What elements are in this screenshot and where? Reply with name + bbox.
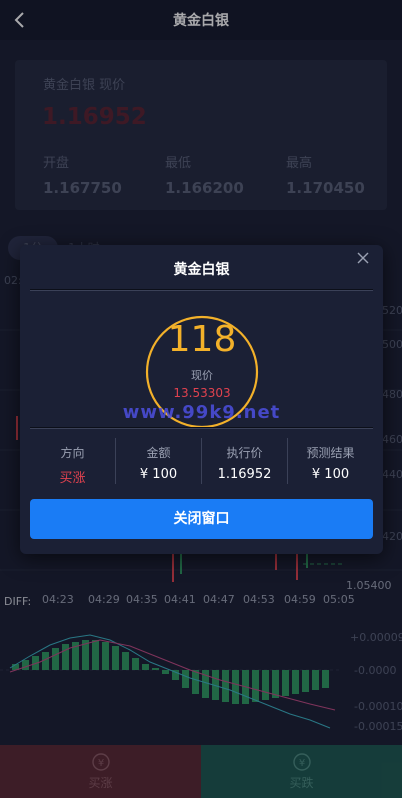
info-predicted-result: 预测结果 ¥ 100 — [288, 438, 373, 484]
countdown-timer: 118 — [167, 319, 237, 360]
order-info-row: 方向 买涨 金额 ¥ 100 执行价 1.16952 预测结果 ¥ 100 — [30, 438, 373, 486]
info-label: 执行价 — [226, 446, 263, 460]
info-label: 预测结果 — [306, 446, 355, 460]
info-strike-price: 执行价 1.16952 — [202, 438, 288, 484]
order-result-modal: 黄金白银 118 现价 13.53303 www.99k9.net 方向 买涨 … — [20, 245, 383, 554]
watermark: www.99k9.net — [122, 402, 281, 423]
info-value: ¥ 100 — [139, 467, 178, 482]
info-value: 买涨 — [59, 471, 86, 486]
current-price-value: 13.53303 — [173, 386, 231, 400]
info-direction: 方向 买涨 — [30, 438, 116, 486]
info-label: 金额 — [146, 446, 171, 460]
close-icon[interactable] — [356, 251, 370, 265]
divider — [30, 428, 373, 429]
info-label: 方向 — [60, 446, 85, 460]
modal-title: 黄金白银 — [173, 262, 230, 278]
divider — [30, 290, 373, 291]
current-price-label: 现价 — [191, 369, 213, 382]
info-value: 1.16952 — [217, 467, 272, 482]
close-window-button[interactable]: 关闭窗口 — [30, 499, 373, 539]
info-amount: 金额 ¥ 100 — [116, 438, 202, 484]
info-value: ¥ 100 — [311, 467, 350, 482]
